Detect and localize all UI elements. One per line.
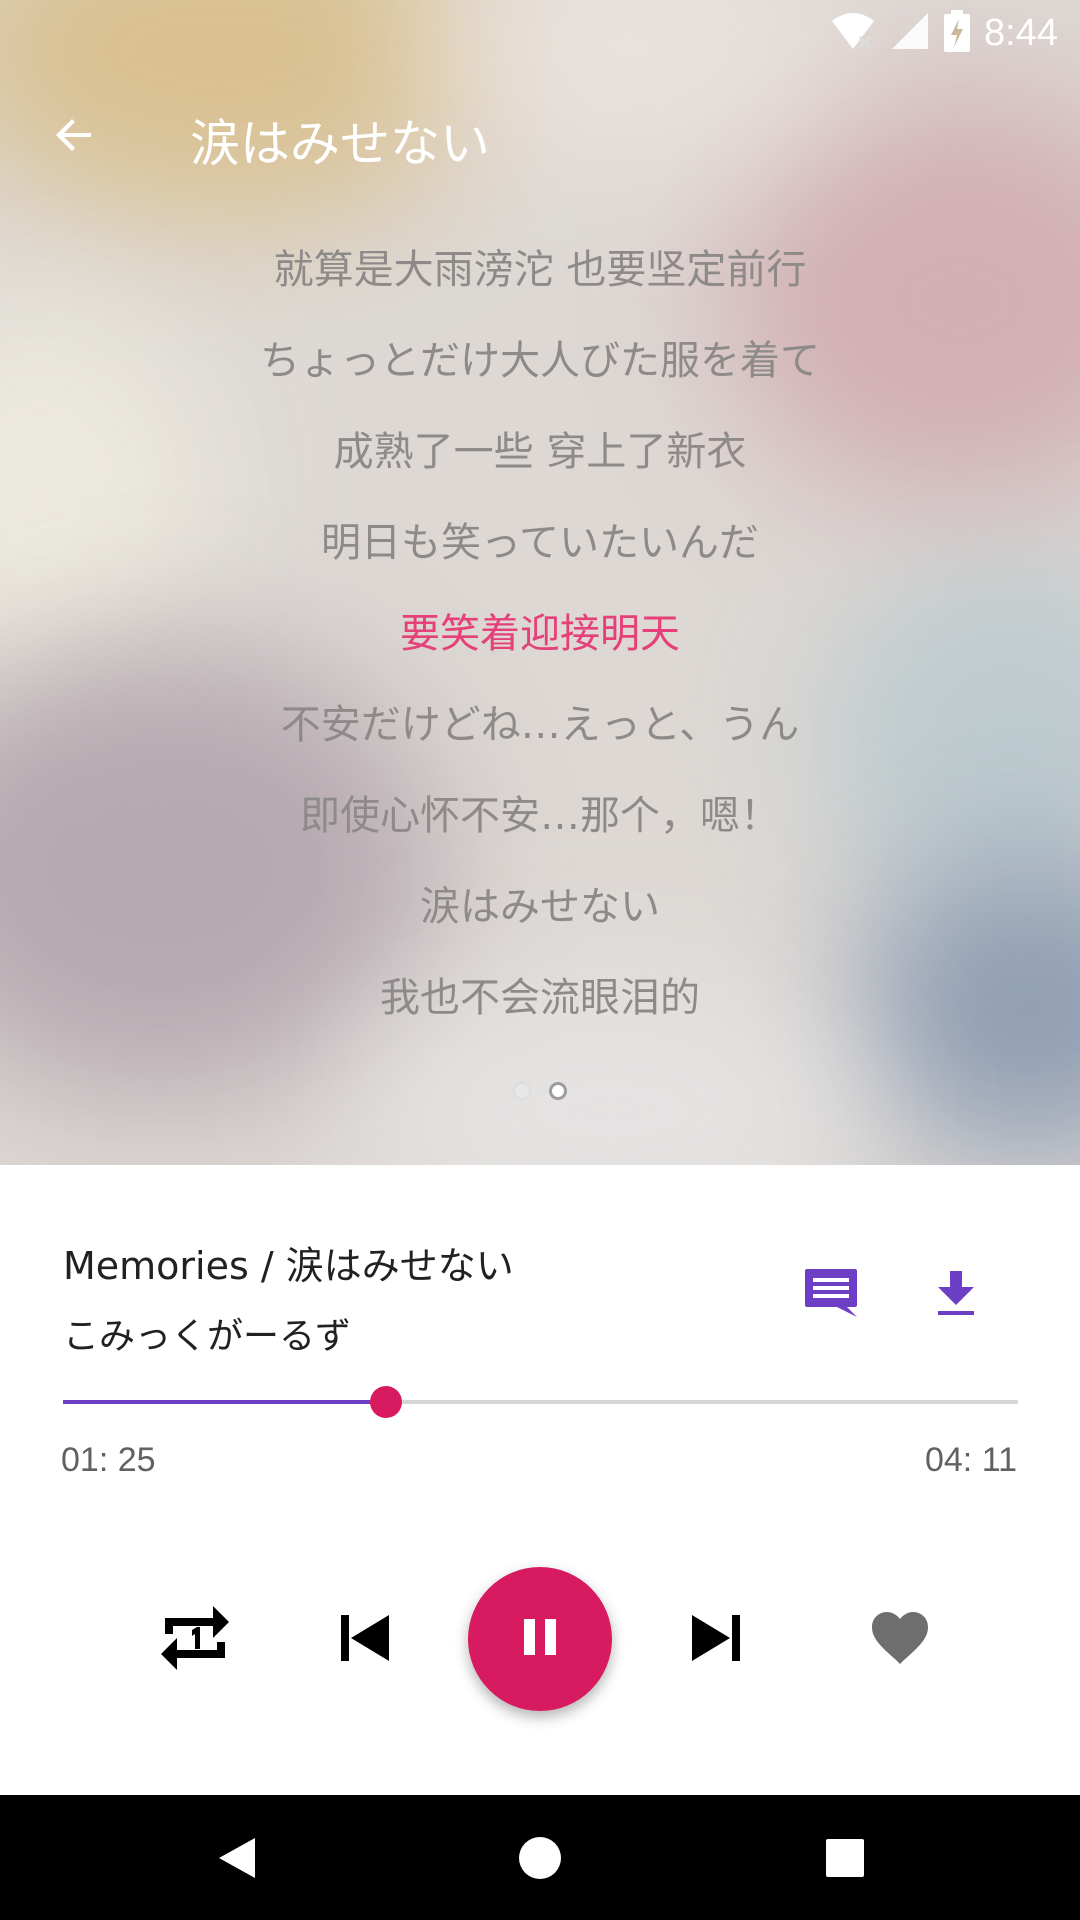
square-recents-icon <box>824 1837 866 1883</box>
comment-button[interactable] <box>796 1260 866 1330</box>
system-nav-bar <box>0 1795 1080 1920</box>
lyric-line: 即使心怀不安…那个，嗯！ <box>300 793 780 839</box>
comment-icon <box>803 1267 859 1323</box>
download-icon <box>934 1269 978 1321</box>
nav-back-button[interactable] <box>202 1825 272 1895</box>
nav-home-button[interactable] <box>505 1825 575 1895</box>
seek-bar[interactable] <box>63 1386 1018 1450</box>
previous-button[interactable] <box>325 1600 405 1680</box>
heart-icon <box>870 1610 930 1670</box>
seek-progress <box>63 1400 386 1404</box>
page-indicator <box>0 1082 1080 1100</box>
seek-thumb[interactable] <box>369 1386 402 1418</box>
page-dot[interactable] <box>513 1082 531 1100</box>
current-time: 01: 25 <box>61 1441 156 1479</box>
total-time: 04: 11 <box>924 1441 1017 1479</box>
page-title: 涙はみせない <box>190 115 490 173</box>
lyric-line: 成熟了一些 穿上了新衣 <box>333 429 747 475</box>
lyric-line: 我也不会流眼泪的 <box>380 975 700 1021</box>
app-bar: 涙はみせない <box>0 72 1080 202</box>
artist-name: こみっくがーるず <box>63 1316 352 1357</box>
next-button[interactable] <box>676 1600 756 1680</box>
download-button[interactable] <box>921 1260 991 1330</box>
lyric-line: 不安だけどね…えっと、うん <box>280 702 800 748</box>
page-dot-current[interactable] <box>549 1082 567 1100</box>
skip-previous-icon <box>339 1613 391 1667</box>
lyric-line: ちょっとだけ大人びた服を着て <box>260 338 820 384</box>
album-art-background: 8:44 涙はみせない 就算是大雨滂沱 也要坚定前行 ちょっとだけ大人びた服を着… <box>0 0 1080 1165</box>
pause-icon <box>522 1617 558 1661</box>
lyric-line: 明日も笑っていたいんだ <box>321 520 759 566</box>
repeat-one-button[interactable] <box>155 1600 235 1680</box>
lyric-line: 就算是大雨滂沱 也要坚定前行 <box>273 247 807 293</box>
favorite-button[interactable] <box>860 1600 940 1680</box>
arrow-back-icon <box>51 111 99 163</box>
triangle-back-icon <box>215 1834 259 1886</box>
wifi-icon <box>830 11 876 55</box>
song-title: Memories / 涙はみせない <box>63 1244 514 1288</box>
lyric-line: 涙はみせない <box>420 884 660 930</box>
back-button[interactable] <box>40 102 110 172</box>
repeat-one-icon <box>159 1600 231 1680</box>
nav-recents-button[interactable] <box>810 1825 880 1895</box>
signal-icon <box>890 11 930 55</box>
skip-next-icon <box>690 1613 742 1667</box>
play-pause-button[interactable] <box>468 1567 612 1711</box>
lyric-line-active: 要笑着迎接明天 <box>400 611 680 657</box>
status-time: 8:44 <box>984 11 1058 54</box>
battery-charging-icon <box>944 10 971 56</box>
lyrics-view[interactable]: 就算是大雨滂沱 也要坚定前行 ちょっとだけ大人びた服を着て 成熟了一些 穿上了新… <box>0 240 1080 1059</box>
circle-home-icon <box>517 1835 563 1885</box>
status-bar: 8:44 <box>0 0 1080 66</box>
